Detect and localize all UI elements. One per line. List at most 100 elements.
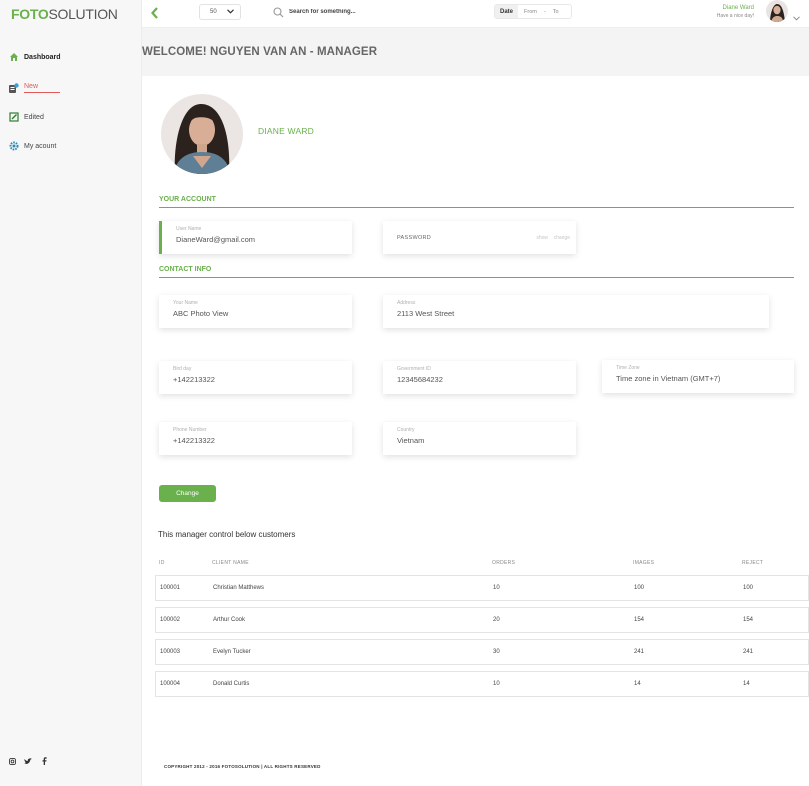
field-value: +142213322	[173, 436, 215, 445]
sidebar-item-label: New	[24, 83, 60, 93]
instagram-icon[interactable]	[8, 757, 16, 765]
column-header[interactable]: CLIENT NAME	[212, 560, 249, 566]
new-doc-icon	[8, 82, 19, 94]
main-content: DIANE WARD YOUR ACCOUNT User Name DianeW…	[142, 76, 809, 786]
password-field[interactable]: PASSWORD show change	[383, 221, 576, 254]
username-field[interactable]: User Name DianeWard@gmail.com	[159, 221, 352, 254]
field-value: ABC Photo View	[173, 309, 229, 318]
chevron-down-icon[interactable]	[793, 8, 800, 26]
password-label: PASSWORD	[397, 235, 432, 241]
cell-images: 241	[634, 649, 645, 655]
cell-orders: 10	[493, 585, 500, 591]
cell-client-name: Donald Curtis	[213, 681, 250, 687]
page-title: WELCOME! NGUYEN VAN AN - MANAGER	[142, 46, 378, 58]
table-row[interactable]: 100002 Arthur Cook 20 154 154	[155, 607, 809, 633]
date-label: Date	[495, 5, 519, 18]
date-range-filter[interactable]: Date From - To	[494, 4, 572, 19]
government-id-field[interactable]: Government ID 12345684232	[383, 361, 576, 394]
sidebar-item-label: My acount	[24, 142, 57, 150]
cell-images: 14	[634, 681, 641, 687]
cell-reject: 14	[743, 681, 750, 687]
social-links	[8, 757, 48, 765]
home-icon	[8, 52, 19, 63]
cell-id: 100002	[160, 617, 181, 623]
sidebar-item-dashboard[interactable]: Dashboard	[8, 48, 61, 66]
timezone-field[interactable]: Time Zone Time zone in Vietnam (GMT+7)	[602, 360, 794, 393]
profile-avatar[interactable]	[161, 94, 243, 174]
back-chevron-icon[interactable]	[150, 6, 160, 20]
user-greeting: Have a nice day!	[716, 13, 754, 19]
cell-reject: 100	[743, 585, 754, 591]
cell-client-name: Arthur Cook	[213, 617, 246, 623]
field-value: DianeWard@gmail.com	[176, 235, 256, 244]
table-caption: This manager control below customers	[158, 530, 296, 539]
cell-orders: 30	[493, 649, 500, 655]
profile-name: DIANE WARD	[258, 126, 314, 136]
field-value: Time zone in Vietnam (GMT+7)	[616, 374, 721, 383]
column-header[interactable]: REJECT	[742, 560, 763, 566]
column-header[interactable]: ORDERS	[492, 560, 515, 566]
footer-copyright: COPYRIGHT 2012 - 2016 FOTOSOLUTION | ALL…	[164, 764, 321, 769]
cell-orders: 10	[493, 681, 500, 687]
cell-images: 154	[634, 617, 645, 623]
welcome-banner: WELCOME! NGUYEN VAN AN - MANAGER	[142, 28, 809, 76]
edit-icon	[8, 112, 19, 123]
date-separator: -	[543, 8, 546, 15]
field-value: 2113 West Street	[397, 309, 455, 318]
cell-client-name: Christian Matthews	[213, 585, 265, 591]
section-title-contact: CONTACT INFO	[159, 266, 794, 278]
change-button[interactable]: Change	[159, 485, 216, 502]
per-page-value: 50	[210, 9, 217, 15]
column-header[interactable]: ID	[159, 560, 165, 566]
cell-client-name: Evelyn Tucker	[213, 649, 251, 655]
facebook-icon[interactable]	[40, 757, 48, 765]
cell-id: 100004	[160, 681, 181, 687]
user-name[interactable]: Diane Ward	[723, 5, 754, 11]
country-field[interactable]: Country Vietnam	[383, 422, 576, 455]
sidebar-item-label: Dashboard	[24, 53, 61, 61]
date-from[interactable]: From	[524, 9, 537, 15]
field-label: Government ID	[397, 366, 431, 372]
address-field[interactable]: Address 2113 West Street	[383, 295, 769, 328]
table-row[interactable]: 100003 Evelyn Tucker 30 241 241	[155, 639, 809, 665]
field-label: Your Name	[173, 300, 198, 306]
sidebar-item-label: Edited	[24, 113, 44, 121]
cell-images: 100	[634, 585, 645, 591]
change-password-link[interactable]: change	[554, 235, 570, 241]
cell-id: 100001	[160, 585, 181, 591]
date-to[interactable]: To	[553, 9, 559, 15]
field-label: User Name	[176, 226, 202, 232]
table-row[interactable]: 100001 Christian Matthews 10 100 100	[155, 575, 809, 601]
twitter-icon[interactable]	[24, 757, 32, 765]
table-header: ID CLIENT NAME ORDERS IMAGES REJECT	[155, 560, 809, 570]
field-label: Country	[397, 427, 415, 433]
chevron-down-icon	[227, 9, 234, 16]
field-label: Bird day	[173, 366, 192, 372]
gear-icon	[8, 141, 19, 152]
column-header[interactable]: IMAGES	[633, 560, 654, 566]
table-row[interactable]: 100004 Donald Curtis 10 14 14	[155, 671, 809, 697]
field-label: Phone Number	[173, 427, 207, 433]
your-name-field[interactable]: Your Name ABC Photo View	[159, 295, 352, 328]
field-value: +142213322	[173, 375, 215, 384]
birthday-field[interactable]: Bird day +142213322	[159, 361, 352, 394]
top-bar: 50 Date From - To Diane Ward Have a nice…	[142, 0, 809, 28]
show-password-link[interactable]: show	[536, 235, 548, 241]
sidebar-item-new[interactable]: New	[8, 79, 60, 97]
field-label: Time Zone	[616, 365, 640, 371]
cell-reject: 241	[743, 649, 754, 655]
phone-field[interactable]: Phone Number +142213322	[159, 422, 352, 455]
cell-reject: 154	[743, 617, 754, 623]
search-icon[interactable]	[273, 5, 284, 23]
per-page-select[interactable]: 50	[199, 4, 241, 20]
field-value: Vietnam	[397, 436, 425, 445]
cell-id: 100003	[160, 649, 181, 655]
avatar[interactable]	[766, 0, 788, 22]
logo-part-2: SOLUTION	[48, 6, 118, 22]
sidebar: FOTOSOLUTION Dashboard New Edited My aco…	[0, 0, 142, 786]
search-input[interactable]	[289, 6, 479, 18]
sidebar-item-my-account[interactable]: My acount	[8, 137, 56, 155]
cell-orders: 20	[493, 617, 500, 623]
brand-logo[interactable]: FOTOSOLUTION	[11, 6, 118, 22]
sidebar-item-edited[interactable]: Edited	[8, 108, 44, 126]
